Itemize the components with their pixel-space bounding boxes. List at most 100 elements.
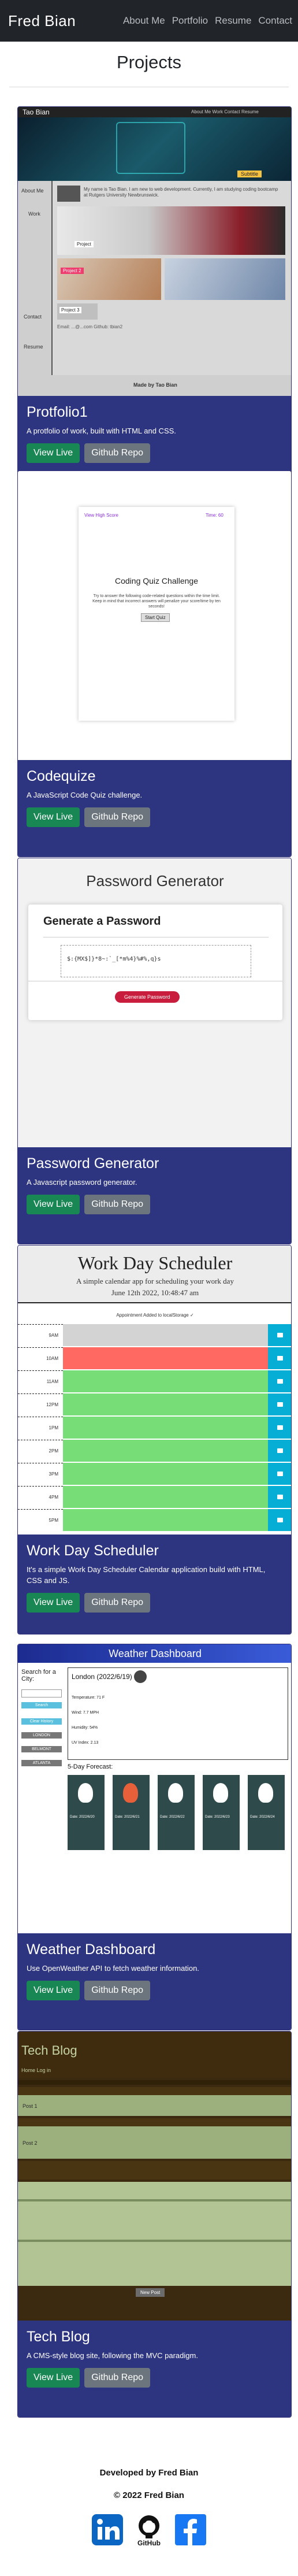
- preview-blog-post-1-header: [18, 2087, 291, 2095]
- preview-footer-text: Made by Tao Bian: [133, 382, 177, 388]
- card-title: Password Generator: [27, 1155, 159, 1172]
- preview-scheduler-row: 3PM: [18, 1463, 291, 1485]
- card-body: Weather Dashboard Use OpenWeather API to…: [18, 1933, 291, 2030]
- nav-link-about[interactable]: About Me: [123, 15, 165, 27]
- preview-scheduler-row: 11AM: [18, 1370, 291, 1393]
- github-repo-button[interactable]: Github Repo: [84, 2368, 151, 2388]
- card-title: Protfolio1: [27, 404, 88, 420]
- preview-side-work: Work: [28, 211, 40, 217]
- nav-link-contact[interactable]: Contact: [258, 15, 292, 27]
- preview-weather-temp: Temperature: 71 F: [72, 1696, 105, 1700]
- card-buttons: View Live Github Repo: [27, 2368, 282, 2388]
- card-body: Password Generator A Javascript password…: [18, 1147, 291, 1244]
- preview-scheduler-row: 1PM: [18, 1417, 291, 1439]
- preview-blog-header: Tech Blog Home Log in: [18, 2032, 291, 2078]
- project-card-codequize: View High Score Time: 60 Coding Quiz Cha…: [17, 470, 292, 857]
- card-title: Tech Blog: [27, 2329, 90, 2345]
- facebook-icon[interactable]: [174, 2513, 207, 2547]
- cloud-icon: [134, 1670, 147, 1683]
- preview-scheduler-notice: Appointment Added to localStorage ✓: [116, 1313, 194, 1318]
- preview-password-card: Generate a Password $:{MX$]}*8~:`_[*m%4}…: [28, 905, 282, 1020]
- preview-avatar: [57, 186, 80, 202]
- preview-scheduler-textarea: [63, 1463, 268, 1485]
- preview-timer: Time: 60: [206, 513, 224, 518]
- card-title: Codequize: [27, 768, 96, 784]
- card-text: Use OpenWeather API to fetch weather inf…: [27, 1964, 199, 1973]
- save-icon: [268, 1370, 291, 1393]
- github-repo-button[interactable]: Github Repo: [84, 807, 151, 827]
- card-body: Codequize A JavaScript Code Quiz challen…: [18, 760, 291, 857]
- preview-scheduler-row: 5PM: [18, 1509, 291, 1532]
- card-title: Weather Dashboard: [27, 1941, 156, 1958]
- nav-link-resume[interactable]: Resume: [215, 15, 251, 27]
- preview-weather-forecast-label: 5-Day Forecast:: [68, 1763, 113, 1770]
- nav-links: About Me Portfolio Resume Contact: [123, 15, 292, 27]
- github-repo-button[interactable]: Github Repo: [84, 1593, 151, 1613]
- weather-icon: [213, 1783, 228, 1803]
- view-live-button[interactable]: View Live: [27, 1593, 80, 1613]
- save-icon: [268, 1324, 291, 1347]
- save-icon: [268, 1347, 291, 1370]
- brand-link[interactable]: Fred Bian: [8, 12, 76, 30]
- view-live-button[interactable]: View Live: [27, 807, 80, 827]
- preview-scheduler-hour: 9AM: [18, 1324, 63, 1347]
- preview-weather-humidity: Humidity: 54%: [72, 1726, 98, 1730]
- github-repo-button[interactable]: Github Repo: [84, 1195, 151, 1214]
- preview-scheduler-title: Work Day Scheduler: [77, 1252, 233, 1273]
- forecast-date: Date: 2022/6/21: [115, 1815, 140, 1819]
- preview-scheduler-textarea: [63, 1370, 268, 1393]
- preview-blog-bar: [18, 2161, 291, 2180]
- preview-scheduler-hour: 11AM: [18, 1370, 63, 1393]
- preview-blog-post-2-label: Post 2: [23, 2140, 38, 2146]
- view-live-button[interactable]: View Live: [27, 443, 80, 463]
- preview-contact: Email: ...@...com Github: tbian2: [57, 324, 123, 329]
- card-text: It's a simple Work Day Scheduler Calenda…: [27, 1565, 266, 1585]
- view-live-button[interactable]: View Live: [27, 1981, 80, 2000]
- weather-icon: [123, 1783, 138, 1803]
- preview-project2-label: Project 2: [61, 268, 84, 274]
- preview-blog-post-1-label: Post 1: [23, 2103, 38, 2109]
- preview-scheduler-hour: 2PM: [18, 1440, 63, 1462]
- preview-blog-post-1: Post 1: [18, 2087, 291, 2116]
- preview-quiz-desc: Try to answer the following code-related…: [92, 594, 221, 609]
- card-body: Work Day Scheduler It's a simple Work Da…: [18, 1535, 291, 1634]
- save-icon: [268, 1440, 291, 1462]
- preview-highscore-link: View High Score: [84, 513, 118, 518]
- preview-scheduler-hour: 3PM: [18, 1463, 63, 1485]
- view-live-button[interactable]: View Live: [27, 2368, 80, 2388]
- card-text: A Javascript password generator.: [27, 1178, 137, 1187]
- card-buttons: View Live Github Repo: [27, 1593, 282, 1613]
- footer: Developed by Fred Bian © 2022 Fred Bian …: [0, 2468, 298, 2547]
- preview-blog-rule-2: [18, 2240, 291, 2242]
- preview-project-image-3: [165, 258, 285, 300]
- forecast-card: Date: 2022/6/24: [248, 1775, 285, 1850]
- preview-brand: Tao Bian: [23, 108, 50, 116]
- preview-weather-header: Weather Dashboard: [18, 1644, 291, 1663]
- github-repo-button[interactable]: Github Repo: [84, 443, 151, 463]
- preview-weather-search-input: [21, 1689, 62, 1697]
- weather-icon: [168, 1783, 183, 1803]
- github-icon[interactable]: GitHub: [132, 2513, 166, 2547]
- preview-about-text: My name is Tao Bian. I am new to web dev…: [84, 187, 278, 198]
- github-repo-button[interactable]: Github Repo: [84, 1981, 151, 2000]
- project-card-portfolio: Tao Bian About Me Work Contact Resume Su…: [17, 106, 292, 493]
- card-text: A CMS-style blog site, following the MVC…: [27, 2351, 198, 2360]
- forecast-date: Date: 2022/6/22: [160, 1815, 185, 1819]
- card-text: A JavaScript Code Quiz challenge.: [27, 791, 143, 799]
- card-text: A protfolio of work, built with HTML and…: [27, 427, 176, 435]
- preview-weather-city: London (2022/6/19): [72, 1673, 132, 1681]
- preview-weather-search-button: Search: [21, 1702, 62, 1708]
- view-live-button[interactable]: View Live: [27, 1195, 80, 1214]
- preview-scheduler-textarea: [63, 1324, 268, 1347]
- linkedin-icon[interactable]: [91, 2513, 124, 2547]
- preview-scheduler-textarea: [63, 1509, 268, 1532]
- weather-icon: [78, 1783, 93, 1803]
- preview-scheduler-row: 12PM: [18, 1393, 291, 1416]
- preview-scheduler-textarea: [63, 1393, 268, 1416]
- preview-project3-image: Project 3: [57, 303, 98, 320]
- preview-password-header: Password Generator: [86, 872, 224, 889]
- preview-project2-image: Project 2: [57, 258, 161, 300]
- nav-link-portfolio[interactable]: Portfolio: [172, 15, 208, 27]
- save-icon: [268, 1393, 291, 1416]
- preview-password-sample: $:{MX$]}*8~:`_[*m%4}%#%,q}s: [67, 956, 161, 962]
